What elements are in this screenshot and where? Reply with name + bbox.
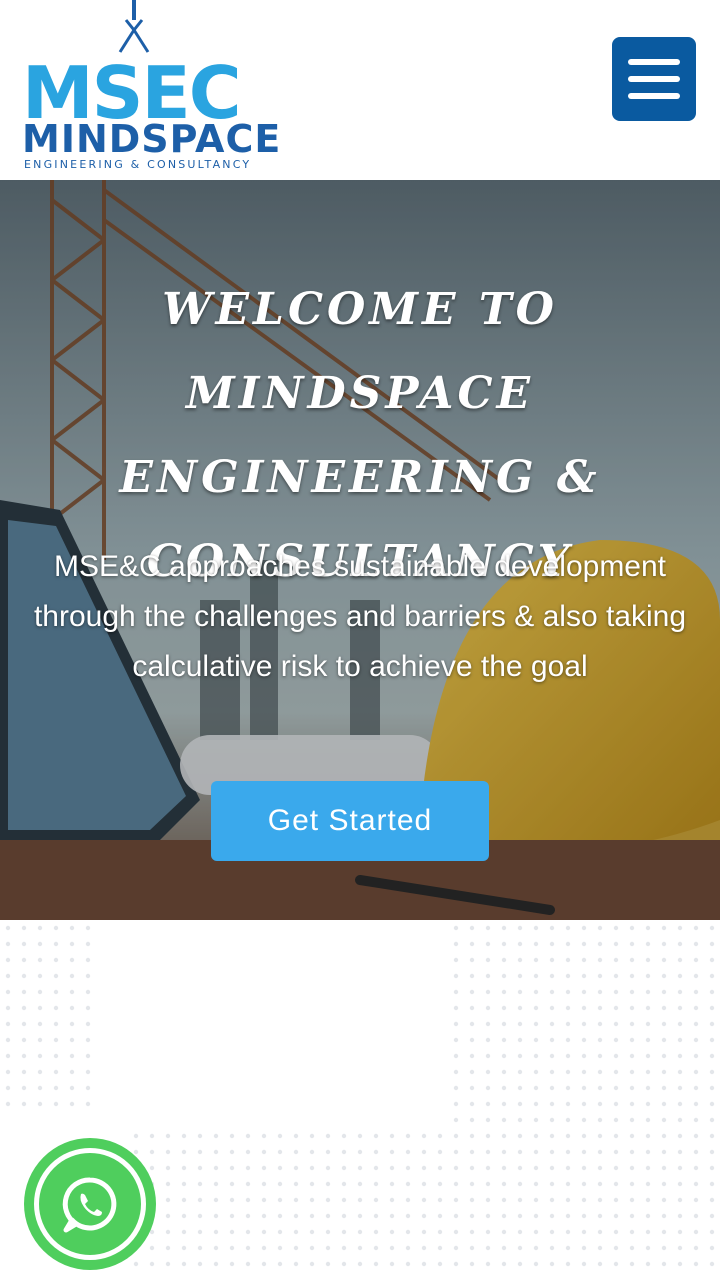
hamburger-menu-icon	[628, 59, 680, 65]
svg-text:ENGINEERING & CONSULTANCY: ENGINEERING & CONSULTANCY	[24, 158, 251, 171]
svg-text:MINDSPACE: MINDSPACE	[22, 117, 281, 161]
logo-graphic: MSEC MINDSPACE ENGINEERING & CONSULTANCY	[22, 0, 281, 171]
get-started-button[interactable]: Get Started	[211, 781, 489, 861]
hero-section: Welcome to Mindspace Engineering & Consu…	[0, 180, 720, 920]
site-logo[interactable]: MSEC MINDSPACE ENGINEERING & CONSULTANCY	[20, 0, 290, 175]
hero-description: MSE&C approaches sustainable development…	[33, 550, 687, 683]
site-header: MSEC MINDSPACE ENGINEERING & CONSULTANCY	[0, 0, 720, 180]
whatsapp-icon	[62, 1177, 117, 1233]
whatsapp-button[interactable]	[24, 1138, 156, 1270]
menu-toggle-button[interactable]	[612, 37, 696, 121]
